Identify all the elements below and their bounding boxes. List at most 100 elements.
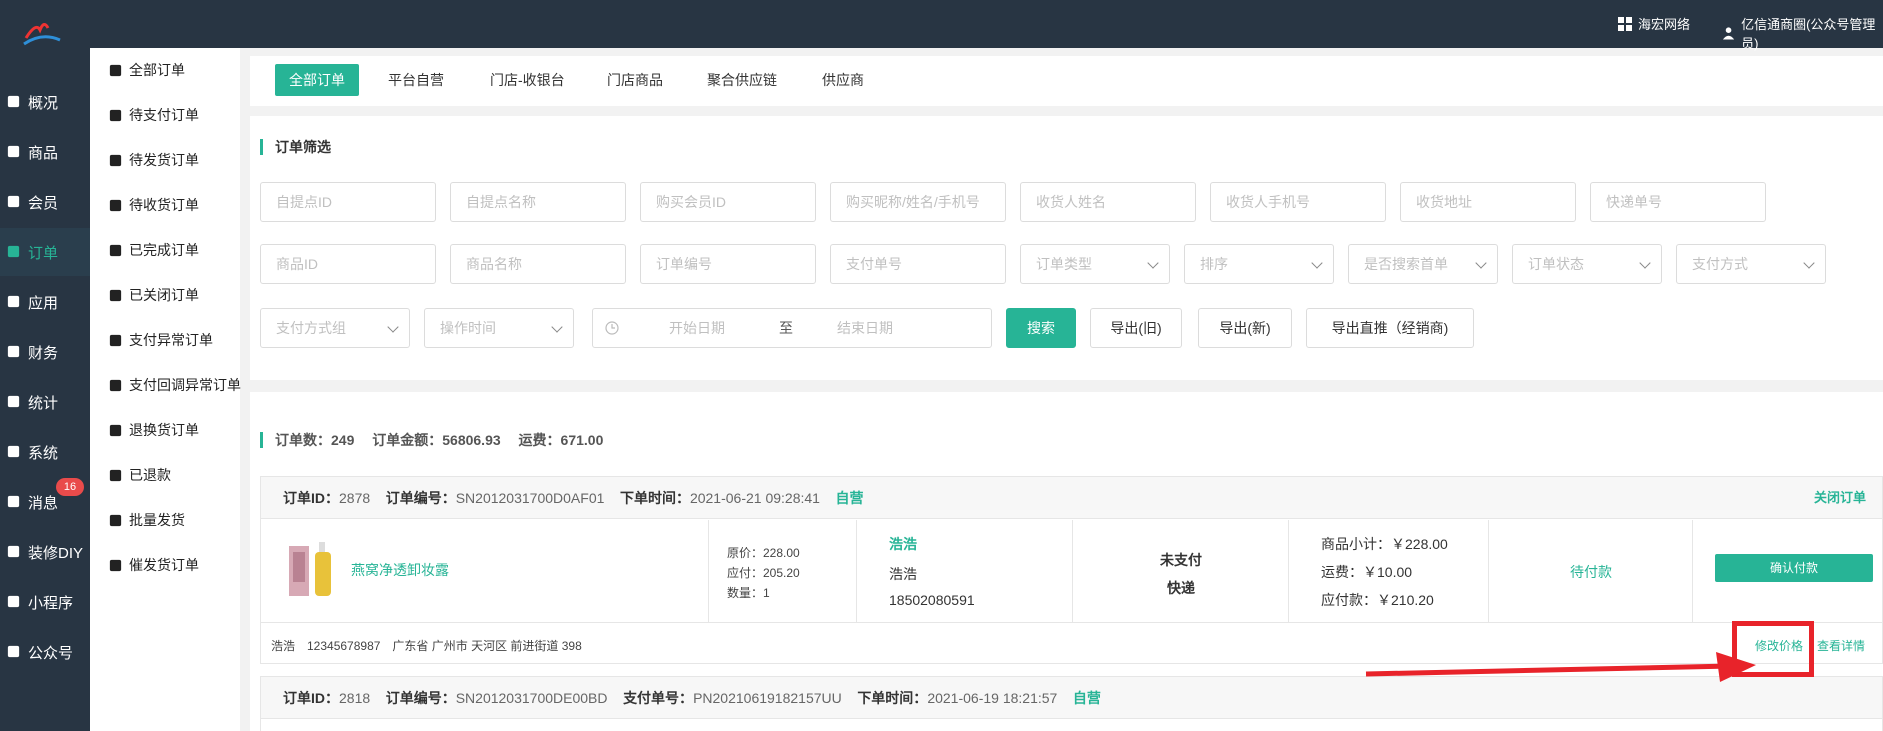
date-start[interactable]: 开始日期 [669,309,725,347]
sidebar-item-0[interactable]: 概况 [0,78,90,126]
sidebar-item-4[interactable]: 应用 [0,278,90,326]
buyer-nick-link[interactable]: 浩浩 [889,534,917,554]
copy-icon [108,63,122,77]
amount-payable: 应付款：￥210.20 [1321,592,1434,608]
order-card: 订单ID：2878 订单编号：SN2012031700D0AF01 下单时间：2… [260,476,1883,664]
tab-1[interactable]: 平台自营 [374,64,458,96]
org-name: 海宏网络 [1638,17,1691,32]
filter-input[interactable]: 商品名称 [450,244,626,284]
view-detail-link[interactable]: 查看详情 [1817,637,1865,654]
subnav-item-7[interactable]: 支付回调异常订单 [108,375,241,395]
sidebar-item-2[interactable]: 会员 [0,178,90,226]
share-square-icon [108,468,122,482]
filter-select[interactable]: 操作时间 [424,308,574,348]
placeholder: 支付方式组 [276,320,346,336]
close-order-link[interactable]: 关闭订单 [1814,477,1866,519]
filter-select[interactable]: 是否搜索首单 [1348,244,1498,284]
order-id: 2818 [339,690,371,706]
gears-icon [6,444,22,460]
sidebar-item-label: 商品 [28,144,59,162]
filter-input[interactable]: 收货地址 [1400,182,1576,222]
shipping-address: 浩浩 12345678987 广东省 广州市 天河区 前进街道 398 [271,639,582,653]
sidebar-item-1[interactable]: 商品 [0,128,90,176]
tab-5[interactable]: 供应商 [808,64,878,96]
action-cell: 确认付款 [1693,520,1883,622]
date-range-picker[interactable]: 开始日期 至 结束日期 [592,308,992,348]
subnav-item-1[interactable]: 待支付订单 [108,105,199,125]
filter-input[interactable]: 收货人手机号 [1210,182,1386,222]
filter-select[interactable]: 支付方式组 [260,308,410,348]
original-price: 原价：228.00 [727,546,800,560]
placeholder: 购买昵称/姓名/手机号 [846,194,980,210]
tab-2[interactable]: 门店-收银台 [476,64,579,96]
sidebar-item-7[interactable]: 系统 [0,428,90,476]
status-cell: 待付款 [1489,520,1693,622]
pay-no: PN20210619182157UU [693,690,842,706]
search-button[interactable]: 搜索 [1006,308,1076,348]
placeholder: 购买会员ID [656,194,726,210]
placeholder: 自提点ID [276,194,332,210]
date-end[interactable]: 结束日期 [837,309,893,347]
org-switcher[interactable]: 海宏网络 [1618,14,1690,33]
filter-input[interactable]: 购买会员ID [640,182,816,222]
subnav-item-label: 支付异常订单 [129,332,213,348]
subnav-item-4[interactable]: 已完成订单 [108,240,199,260]
filter-input[interactable]: 购买昵称/姓名/手机号 [830,182,1006,222]
filter-select[interactable]: 支付方式 [1676,244,1826,284]
export-new-button[interactable]: 导出(新) [1198,308,1292,348]
subnav-item-6[interactable]: 支付异常订单 [108,330,213,350]
placeholder: 操作时间 [440,320,496,336]
sidebar-item-5[interactable]: 财务 [0,328,90,376]
sidebar-item-label: 小程序 [28,594,74,612]
subnav-item-label: 待收货订单 [129,197,199,213]
order-no-label: 订单编号： [385,490,456,506]
placeholder: 收货人姓名 [1036,194,1106,210]
sidebar-item-11[interactable]: 公众号 [0,628,90,676]
subnav-item-3[interactable]: 待收货订单 [108,195,199,215]
sidebar-item-label: 公众号 [28,644,74,662]
confirm-payment-button[interactable]: 确认付款 [1715,554,1873,582]
filter-select[interactable]: 订单类型 [1020,244,1170,284]
order-no: SN2012031700D0AF01 [455,490,605,506]
filter-select[interactable]: 排序 [1184,244,1334,284]
filter-input[interactable]: 支付单号 [830,244,1006,284]
sidebar-item-10[interactable]: 小程序 [0,578,90,626]
filter-input[interactable]: 商品ID [260,244,436,284]
sidebar-item-label: 统计 [28,394,59,412]
placeholder: 商品名称 [466,256,522,272]
sidebar-item-9[interactable]: 装修DIY [0,528,90,576]
tab-0[interactable]: 全部订单 [275,64,359,96]
subnav-item-9[interactable]: 已退款 [108,465,171,485]
filter-input[interactable]: 快递单号 [1590,182,1766,222]
filter-input[interactable]: 订单编号 [640,244,816,284]
subnav-item-10[interactable]: 批量发货 [108,510,185,530]
filter-select[interactable]: 订单状态 [1512,244,1662,284]
price-cell: 原价：228.00 应付：205.20 数量：1 [709,520,857,622]
subnav-item-label: 批量发货 [129,512,185,528]
subnav-item-0[interactable]: 全部订单 [108,60,185,80]
sidebar-item-6[interactable]: 统计 [0,378,90,426]
subnav-item-label: 待发货订单 [129,152,199,168]
placeholder: 自提点名称 [466,194,536,210]
sidebar-item-label: 订单 [28,244,59,262]
export-direct-button[interactable]: 导出直推（经销商) [1306,308,1474,348]
filter-input[interactable]: 自提点ID [260,182,436,222]
export-old-button[interactable]: 导出(旧) [1090,308,1182,348]
tab-4[interactable]: 聚合供应链 [693,64,791,96]
user-menu[interactable]: 亿信通商圈(公众号管理员) [1722,14,1883,52]
sidebar-item-3[interactable]: 订单 [0,228,90,276]
subnav-item-11[interactable]: 催发货订单 [108,555,199,575]
clock-icon [605,321,619,335]
filter-input[interactable]: 收货人姓名 [1020,182,1196,222]
subnav-item-5[interactable]: 已关闭订单 [108,285,199,305]
filter-input[interactable]: 自提点名称 [450,182,626,222]
placeholder: 订单编号 [656,256,712,272]
paper-plane-icon [108,513,122,527]
subnav-item-2[interactable]: 待发货订单 [108,150,199,170]
subnav-item-8[interactable]: 退换货订单 [108,420,199,440]
subnav-item-label: 待支付订单 [129,107,199,123]
product-name-link[interactable]: 燕窝净透卸妆露 [351,560,449,580]
subnav-item-label: 支付回调异常订单 [129,377,241,393]
tab-3[interactable]: 门店商品 [593,64,677,96]
credit-card-icon [108,108,122,122]
